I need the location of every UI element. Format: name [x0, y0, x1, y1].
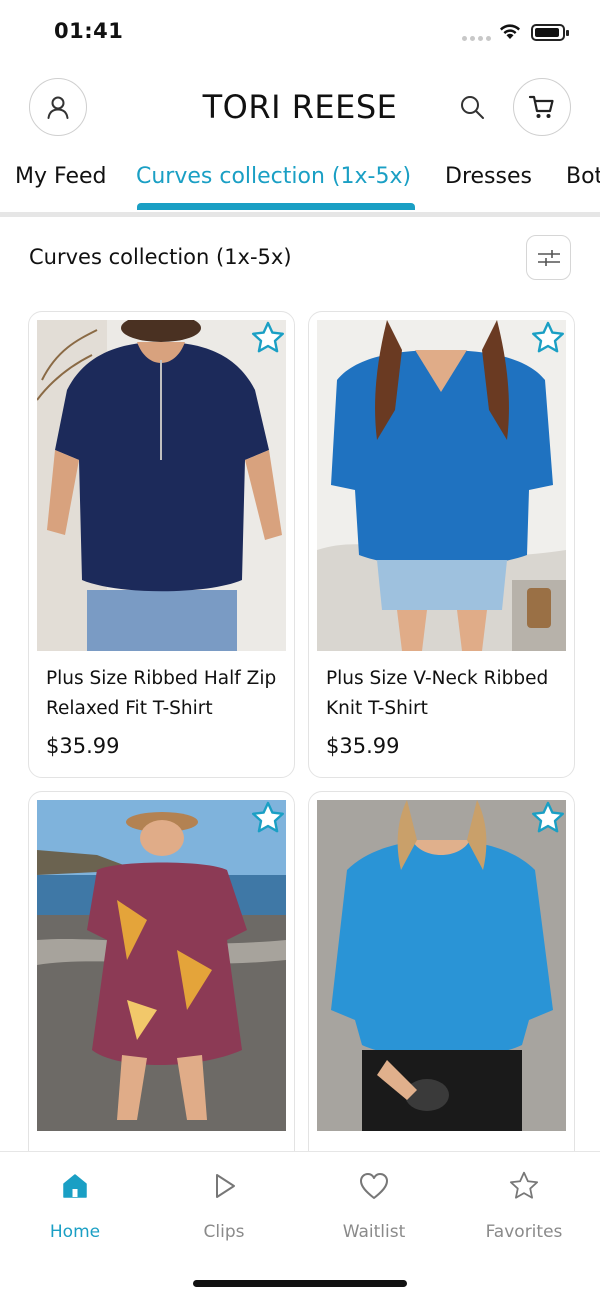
- signal-icon: [462, 36, 491, 41]
- wifi-icon: [500, 24, 520, 39]
- nav-home-label: Home: [49, 1222, 101, 1242]
- product-price: $35.99: [326, 734, 400, 758]
- home-icon: [63, 1174, 87, 1198]
- category-tabs: My Feed Curves collection (1x-5x) Dresse…: [0, 150, 600, 216]
- heart-icon: [360, 1173, 388, 1199]
- product-card[interactable]: [28, 791, 295, 1171]
- nav-waitlist-label: Waitlist: [342, 1222, 406, 1242]
- cart-icon: [528, 95, 554, 118]
- active-tab-indicator: [137, 203, 415, 210]
- favorite-star-icon[interactable]: [530, 320, 566, 356]
- cart-button[interactable]: [513, 78, 571, 136]
- nav-home[interactable]: Home: [15, 1168, 135, 1242]
- page-title: Curves collection (1x-5x): [29, 245, 292, 269]
- product-name[interactable]: Plus Size Ribbed Half Zip Relaxed Fit T-…: [46, 664, 281, 724]
- nav-waitlist[interactable]: Waitlist: [314, 1168, 434, 1242]
- nav-clips[interactable]: Clips: [164, 1168, 284, 1242]
- tabs-divider: [0, 212, 600, 217]
- bottom-nav: Home Clips Waitlist Favorites: [0, 1151, 600, 1299]
- tab-curves-collection[interactable]: Curves collection (1x-5x): [136, 164, 411, 189]
- favorite-star-icon[interactable]: [250, 320, 286, 356]
- product-card[interactable]: [308, 791, 575, 1171]
- tab-bottoms[interactable]: Bot: [566, 164, 600, 189]
- filter-button[interactable]: [526, 235, 571, 280]
- favorite-star-icon[interactable]: [250, 800, 286, 836]
- status-time: 01:41: [54, 19, 124, 43]
- status-bar: 01:41: [0, 0, 600, 66]
- star-icon: [509, 1171, 539, 1199]
- nav-favorites-label: Favorites: [485, 1222, 563, 1242]
- search-button[interactable]: [458, 93, 486, 121]
- product-name[interactable]: Plus Size V-Neck Ribbed Knit T-Shirt: [326, 664, 561, 724]
- app-header: TORI REESE: [0, 78, 600, 138]
- battery-icon: [531, 24, 569, 41]
- nav-favorites[interactable]: Favorites: [464, 1168, 584, 1242]
- sliders-icon: [537, 249, 560, 266]
- home-indicator: [193, 1280, 407, 1287]
- product-card[interactable]: Plus Size Ribbed Half Zip Relaxed Fit T-…: [28, 311, 295, 778]
- product-image[interactable]: [37, 320, 286, 651]
- favorite-star-icon[interactable]: [530, 800, 566, 836]
- product-image[interactable]: [317, 800, 566, 1131]
- tab-my-feed[interactable]: My Feed: [15, 164, 106, 189]
- play-icon: [216, 1174, 235, 1198]
- nav-clips-label: Clips: [203, 1222, 245, 1242]
- product-image[interactable]: [317, 320, 566, 651]
- product-price: $35.99: [46, 734, 120, 758]
- tab-dresses[interactable]: Dresses: [445, 164, 532, 189]
- product-image[interactable]: [37, 800, 286, 1131]
- search-icon: [461, 96, 484, 119]
- product-card[interactable]: Plus Size V-Neck Ribbed Knit T-Shirt $35…: [308, 311, 575, 778]
- brand-logo: TORI REESE: [202, 88, 398, 126]
